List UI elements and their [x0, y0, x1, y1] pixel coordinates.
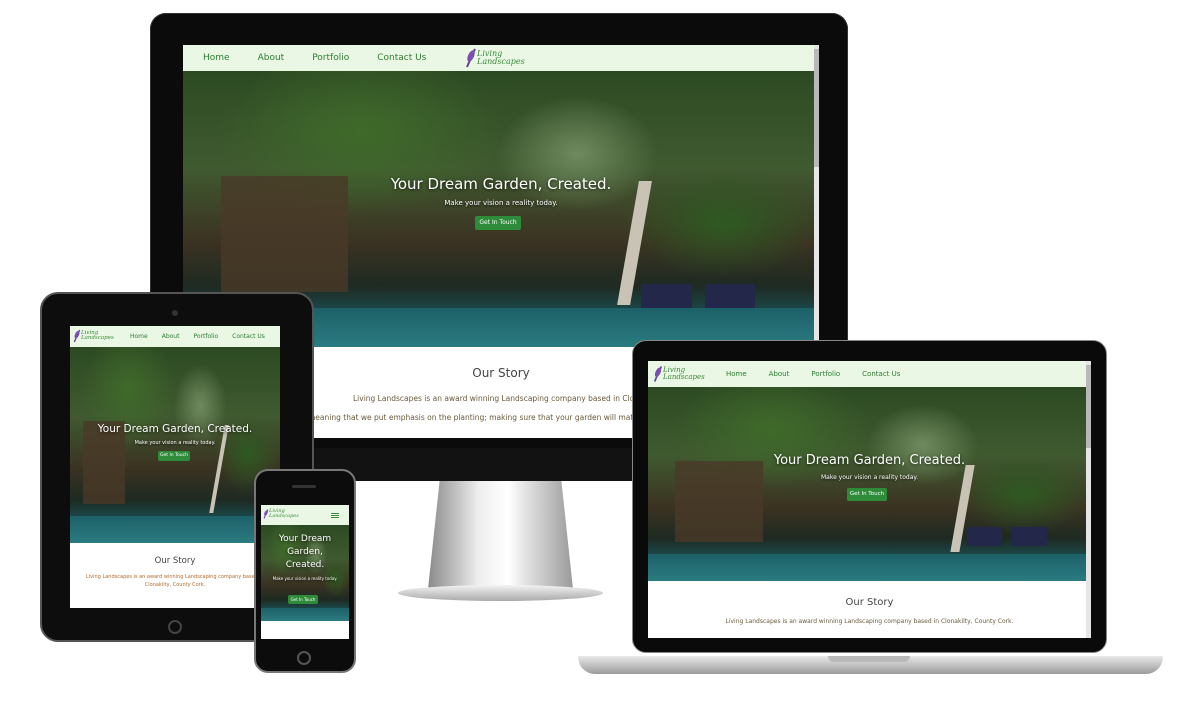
hero-subtitle: Make your vision a reality today. [134, 440, 216, 446]
nav-about-link[interactable]: About [769, 370, 790, 378]
hero-title-line-3: Created. [285, 560, 325, 570]
hero-title: Your Dream Garden, Created. [773, 453, 966, 468]
tablet-home-button[interactable] [168, 620, 182, 634]
hero-title-line-1: Your Dream [278, 534, 332, 544]
get-in-touch-button[interactable]: Get In Touch [158, 451, 190, 461]
hero-pool [70, 515, 280, 543]
story-line-1: Living Landscapes is an award winning La… [86, 574, 264, 580]
get-in-touch-button[interactable]: Get In Touch [288, 595, 318, 604]
lavender-leaf-icon [653, 366, 663, 382]
story-line-1: Living Landscapes is an award winning La… [725, 618, 1014, 625]
nav-contact-link[interactable]: Contact Us [377, 53, 426, 63]
laptop-scrollbar[interactable] [1086, 361, 1091, 638]
lavender-leaf-icon [73, 329, 81, 343]
site-logo[interactable]: Living Landscapes [263, 508, 299, 520]
nav-portfolio-link[interactable]: Portfolio [312, 53, 349, 63]
hero-lounger [704, 283, 756, 312]
lavender-leaf-icon [466, 48, 476, 68]
hero-banner: Your Dream Garden, Created. Make your vi… [70, 347, 280, 543]
phone-speaker [292, 485, 316, 488]
phone-home-button[interactable] [297, 651, 311, 665]
hero-title-line-2: Garden, [287, 547, 323, 557]
site-logo[interactable]: Living Landscapes [465, 48, 525, 68]
tablet-screen: Home About Portfolio Contact Us Living L… [70, 326, 280, 608]
get-in-touch-button[interactable]: Get In Touch [847, 488, 887, 501]
scrollbar-thumb[interactable] [1086, 365, 1091, 449]
nav-home-link[interactable]: Home [203, 53, 230, 63]
logo-text-landscapes: Landscapes [81, 335, 114, 341]
hero-title: Your Dream Garden, Created. [97, 423, 253, 435]
hero-lounger [966, 526, 1003, 547]
hero-building [221, 175, 349, 292]
nav-contact-link[interactable]: Contact Us [232, 333, 265, 340]
story-title: Our Story [154, 556, 196, 566]
nav-home-link[interactable]: Home [726, 370, 747, 378]
laptop-notch [828, 656, 910, 662]
hero-building [674, 460, 764, 543]
hero-subtitle: Make your vision a reality today. [444, 199, 558, 207]
hamburger-menu-icon[interactable] [331, 513, 339, 514]
hero-lounger [1011, 526, 1047, 547]
logo-text-landscapes: Landscapes [269, 513, 299, 519]
nav-portfolio-link[interactable]: Portfolio [193, 333, 218, 340]
nav-portfolio-link[interactable]: Portfolio [811, 370, 840, 378]
hero-tree-trunk [209, 425, 229, 514]
nav-about-link[interactable]: About [258, 53, 285, 63]
story-line-2: Clonakilty, County Cork. [144, 582, 206, 588]
hero-pool [261, 607, 349, 621]
laptop-screen: Home About Portfolio Contact Us Living L… [648, 361, 1091, 638]
laptop-navbar: Home About Portfolio Contact Us [648, 361, 1091, 387]
nav-contact-link[interactable]: Contact Us [862, 370, 900, 378]
our-story-section [261, 621, 349, 639]
tablet-camera [172, 310, 178, 316]
phone-screen: Living Landscapes Your Dream Garden, Cre… [261, 505, 349, 639]
site-logo[interactable]: Living Landscapes [653, 365, 705, 383]
hero-subtitle: Make your vision a reality today. [820, 474, 919, 481]
monitor-base [398, 585, 603, 601]
monitor-stand [428, 481, 573, 589]
our-story-section: Our Story Living Landscapes is an award … [648, 581, 1091, 638]
site-logo[interactable]: Living Landscapes [73, 329, 114, 343]
hero-banner: Your Dream Garden, Created. Make your vi… [261, 525, 349, 621]
scrollbar-thumb[interactable] [814, 49, 819, 167]
hero-subtitle: Make your vision a reality today. [272, 576, 338, 581]
nav-about-link[interactable]: About [162, 333, 180, 340]
hero-title: Your Dream Garden, Created. [390, 175, 612, 193]
hero-lounger [640, 283, 692, 312]
logo-text-landscapes: Landscapes [663, 373, 705, 381]
logo-text-landscapes: Landscapes [477, 57, 525, 66]
story-title: Our Story [845, 597, 894, 608]
hero-pool [648, 553, 1091, 581]
our-story-section: Our Story Living Landscapes is an award … [70, 543, 280, 608]
get-in-touch-button[interactable]: Get In Touch [475, 216, 521, 230]
nav-home-link[interactable]: Home [130, 333, 148, 340]
hero-banner: Your Dream Garden, Created. Make your vi… [648, 387, 1091, 581]
